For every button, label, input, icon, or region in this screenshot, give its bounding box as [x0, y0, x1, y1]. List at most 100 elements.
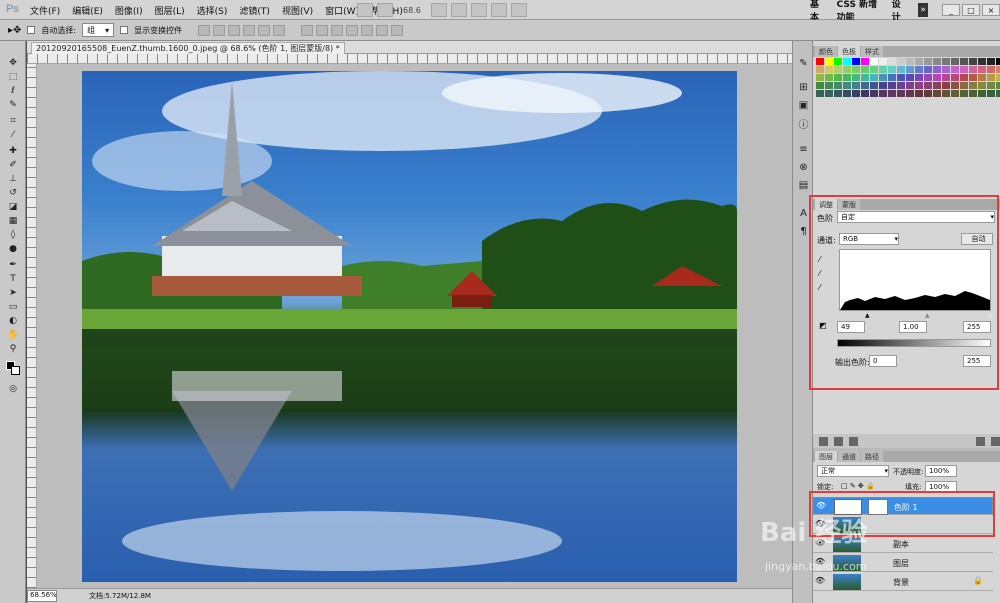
swatch[interactable] [915, 58, 923, 65]
swatch[interactable] [897, 66, 905, 73]
actions-panel-icon[interactable]: ▤ [797, 179, 810, 191]
swatch[interactable] [978, 74, 986, 81]
swatch[interactable] [834, 66, 842, 73]
align-hcenter-icon[interactable] [258, 24, 271, 36]
hand-tool-icon[interactable] [430, 3, 447, 17]
swatch[interactable] [816, 90, 824, 97]
distribute-vcenter-icon[interactable] [316, 24, 329, 36]
return-icon[interactable] [819, 436, 828, 446]
show-transform-checkbox[interactable] [120, 26, 129, 34]
swatch[interactable] [852, 90, 860, 97]
swatch[interactable] [888, 90, 896, 97]
path-select-tool-icon[interactable]: ➤ [6, 287, 20, 299]
swatch[interactable] [861, 66, 869, 73]
swatch[interactable] [942, 58, 950, 65]
menu-layer[interactable]: 图层(L) [155, 4, 185, 17]
swatch[interactable] [843, 90, 851, 97]
vertical-ruler[interactable] [27, 64, 37, 588]
swatch[interactable] [861, 74, 869, 81]
brush-panel-icon[interactable]: ≡ [797, 143, 810, 155]
histogram-panel-icon[interactable]: ▣ [797, 99, 810, 111]
close-icon[interactable]: × [982, 4, 1000, 16]
swatch-grid[interactable] [816, 58, 1000, 102]
swatch[interactable] [825, 66, 833, 73]
zoom-field[interactable]: 68.56% [27, 590, 57, 602]
swatch[interactable] [825, 82, 833, 89]
swatch[interactable] [897, 74, 905, 81]
eyedropper-tool-icon[interactable]: ⁄ [6, 129, 20, 141]
swatch[interactable] [834, 82, 842, 89]
swatch[interactable] [843, 74, 851, 81]
swatch[interactable] [933, 90, 941, 97]
align-left-icon[interactable] [243, 24, 256, 36]
menu-image[interactable]: 图像(I) [115, 4, 143, 17]
screen-mode-icon[interactable] [510, 3, 527, 17]
swatch[interactable] [915, 90, 923, 97]
swatch[interactable] [906, 90, 914, 97]
maximize-icon[interactable]: □ [962, 4, 981, 16]
swatch[interactable] [933, 66, 941, 73]
swatch[interactable] [951, 66, 959, 73]
swatch[interactable] [969, 66, 977, 73]
lock-icons[interactable]: □ ✎ ✥ 🔒 [841, 482, 875, 490]
swatch[interactable] [996, 66, 1000, 73]
swatch[interactable] [816, 74, 824, 81]
lasso-tool-icon[interactable]: ℓ [6, 85, 20, 97]
swatch[interactable] [870, 58, 878, 65]
menu-window[interactable]: 窗口(W) [325, 4, 359, 17]
clip-icon[interactable] [834, 436, 843, 446]
swatch[interactable] [915, 74, 923, 81]
layer-row[interactable]: 👁 背景 🔒 [813, 573, 993, 591]
more-workspaces-button[interactable]: » [918, 3, 929, 17]
swatch[interactable] [906, 82, 914, 89]
swatch[interactable] [996, 74, 1000, 81]
move-tool-icon[interactable]: ✥ [6, 57, 20, 69]
visibility-icon[interactable] [849, 436, 858, 446]
brush-tool-icon[interactable]: ✐ [6, 159, 20, 171]
swatch[interactable] [933, 82, 941, 89]
eraser-tool-icon[interactable]: ◪ [6, 201, 20, 213]
swatch[interactable] [969, 58, 977, 65]
auto-align-icon[interactable] [391, 24, 404, 36]
swatch[interactable] [843, 82, 851, 89]
eye-icon[interactable]: 👁 [815, 576, 825, 585]
crop-tool-icon[interactable]: ⌗ [6, 115, 20, 127]
3d-rotate-tool-icon[interactable]: ◐ [6, 315, 20, 327]
swatch[interactable] [987, 58, 995, 65]
menu-filter[interactable]: 滤镜(T) [239, 4, 270, 17]
menu-file[interactable]: 文件(F) [30, 4, 60, 17]
swatch[interactable] [906, 66, 914, 73]
menu-edit[interactable]: 编辑(E) [72, 4, 103, 17]
swatch[interactable] [924, 66, 932, 73]
swatch[interactable] [969, 90, 977, 97]
swatch[interactable] [816, 66, 824, 73]
horizontal-ruler[interactable] [27, 54, 792, 64]
swatch[interactable] [834, 58, 842, 65]
document-tab[interactable]: 20120920165508_EuenZ.thumb.1600_0.jpeg @… [31, 42, 345, 54]
distribute-hcenter-icon[interactable] [361, 24, 374, 36]
swatch[interactable] [978, 90, 986, 97]
swatch[interactable] [942, 74, 950, 81]
marquee-tool-icon[interactable]: ⬚ [6, 71, 20, 83]
swatch[interactable] [951, 82, 959, 89]
zoom-tool-icon[interactable] [450, 3, 467, 17]
swatch[interactable] [924, 74, 932, 81]
swatch[interactable] [852, 74, 860, 81]
distribute-bottom-icon[interactable] [331, 24, 344, 36]
delete-icon[interactable] [991, 436, 1000, 446]
swatch[interactable] [915, 82, 923, 89]
color-panel-icon[interactable]: ✎ [797, 57, 810, 69]
document-image[interactable] [82, 71, 737, 582]
align-vcenter-icon[interactable] [213, 24, 226, 36]
swatch[interactable] [960, 82, 968, 89]
swatch[interactable] [879, 58, 887, 65]
clone-stamp-tool-icon[interactable]: ⊥ [6, 173, 20, 185]
swatch[interactable] [933, 58, 941, 65]
move-tool-preset-icon[interactable]: ▸✥ [8, 25, 21, 36]
distribute-left-icon[interactable] [346, 24, 359, 36]
swatch[interactable] [987, 90, 995, 97]
tab-color[interactable]: 颜色 [815, 46, 837, 57]
swatch[interactable] [996, 90, 1000, 97]
swatch[interactable] [951, 90, 959, 97]
align-right-icon[interactable] [273, 24, 286, 36]
